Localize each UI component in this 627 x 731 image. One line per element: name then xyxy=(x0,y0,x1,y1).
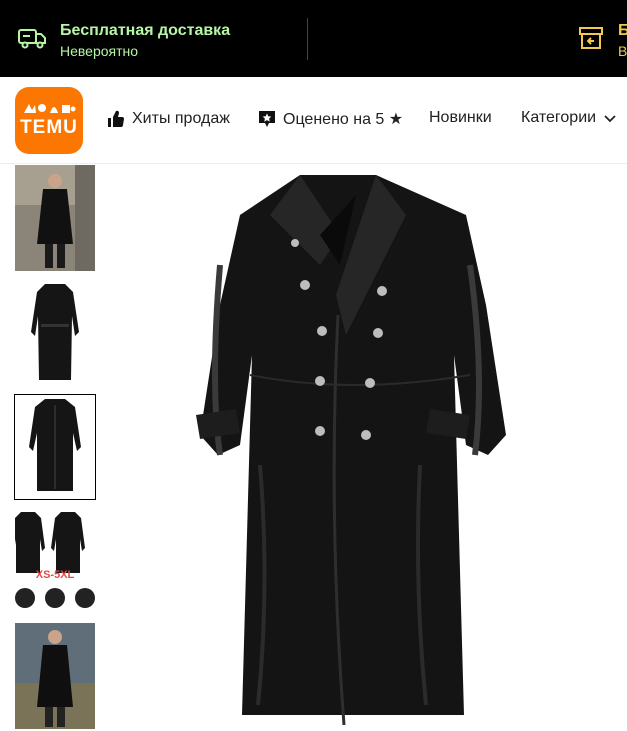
thumb-coat-street xyxy=(15,165,95,271)
free-shipping-title[interactable]: Бесплатная доставка xyxy=(60,22,230,40)
logo-text: TEMU xyxy=(20,117,78,138)
nav-five-star-label: Оценено на 5 ★ xyxy=(283,111,404,128)
chevron-down-icon xyxy=(604,115,616,123)
free-shipping-subtitle: Невероятно xyxy=(60,43,139,59)
truck-icon xyxy=(18,29,46,49)
temu-logo[interactable]: TEMU xyxy=(15,87,83,154)
thumbnail-2[interactable] xyxy=(15,280,95,386)
box-return-icon xyxy=(579,27,603,49)
nav-new-arrivals-label: Новинки xyxy=(429,109,492,126)
main-product-image[interactable] xyxy=(100,165,627,731)
thumbnail-3-selected[interactable] xyxy=(14,394,96,500)
thumb-coat-model xyxy=(15,623,95,729)
thumbnail-5[interactable] xyxy=(15,623,95,729)
nav-categories[interactable]: Категории xyxy=(521,109,617,127)
site-header: TEMU Хиты продаж Оценено на 5 ★ Новинки … xyxy=(0,77,627,164)
thumb-coat-back xyxy=(15,280,95,386)
promo-bar: Бесплатная доставка Невероятно Б В xyxy=(0,0,627,77)
thumb-coat-front xyxy=(15,395,95,499)
returns-subtitle: В xyxy=(618,43,627,59)
thumbnail-4-caption: XS-5XL xyxy=(35,569,75,581)
logo-mascots-icon xyxy=(24,104,76,113)
nav-new-arrivals[interactable]: Новинки xyxy=(429,109,492,127)
nav-five-star[interactable]: Оценено на 5 ★ xyxy=(257,109,403,129)
thumbnail-4[interactable]: XS-5XL xyxy=(15,508,95,614)
promo-divider xyxy=(307,18,308,60)
thumbs-up-icon xyxy=(108,110,124,127)
nav-categories-label: Категории xyxy=(521,109,597,126)
nav-bestsellers[interactable]: Хиты продаж xyxy=(106,109,230,129)
leather-coat-image xyxy=(100,165,627,731)
nav-bestsellers-label: Хиты продаж xyxy=(132,110,230,127)
returns-title[interactable]: Б xyxy=(618,22,627,40)
star-badge-icon xyxy=(259,111,275,127)
thumb-size-collage xyxy=(15,508,95,614)
thumbnail-1[interactable] xyxy=(15,165,95,271)
